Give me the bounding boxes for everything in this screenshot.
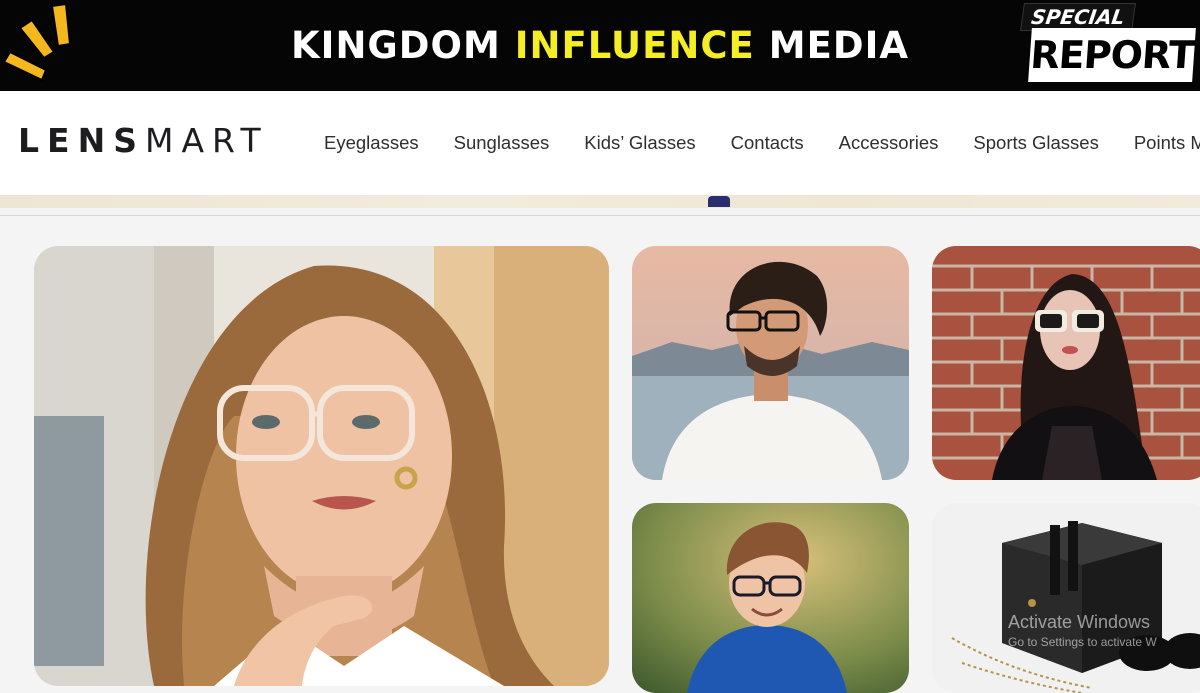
banner-title-part2: MEDIA <box>768 24 909 67</box>
main-nav: Eyeglasses Sunglasses Kids’ Glasses Cont… <box>324 132 1200 154</box>
banner-title: KINGDOM INFLUENCE MEDIA <box>0 0 1200 91</box>
nav-contacts[interactable]: Contacts <box>731 132 804 154</box>
nav-eyeglasses[interactable]: Eyeglasses <box>324 132 419 154</box>
featured-image-woman-eyeglasses[interactable] <box>34 246 609 686</box>
image-boy-kids-glasses[interactable] <box>632 503 909 693</box>
site-header: LENSMART Eyeglasses Sunglasses Kids’ Gla… <box>0 91 1200 195</box>
nav-sunglasses[interactable]: Sunglasses <box>454 132 550 154</box>
image-glasses-case[interactable] <box>932 503 1200 693</box>
report-badge: REPORT <box>1028 28 1196 82</box>
header-divider <box>0 215 1200 216</box>
nav-sports-glasses[interactable]: Sports Glasses <box>973 132 1098 154</box>
watermark-line2: Go to Settings to activate W <box>1008 635 1157 649</box>
logo-light: MART <box>144 121 269 160</box>
banner-title-part1: KINGDOM <box>291 24 501 67</box>
lensmart-logo[interactable]: LENSMART <box>18 121 269 160</box>
promo-strip-mark <box>708 196 730 207</box>
image-man-eyeglasses[interactable] <box>632 246 909 480</box>
watermark-line1: Activate Windows <box>1008 612 1151 632</box>
nav-accessories[interactable]: Accessories <box>839 132 939 154</box>
top-banner: KINGDOM INFLUENCE MEDIA SPECIAL REPORT <box>0 0 1200 91</box>
nav-kids-glasses[interactable]: Kids’ Glasses <box>584 132 695 154</box>
activate-windows-watermark: Activate Windows Go to Settings to activ… <box>1008 612 1157 649</box>
logo-bold: LENS <box>18 121 145 160</box>
image-woman-sunglasses[interactable] <box>932 246 1200 480</box>
nav-points-mall[interactable]: Points Mal <box>1134 132 1200 154</box>
banner-title-accent: INFLUENCE <box>514 24 755 67</box>
special-badge: SPECIAL <box>1020 3 1136 31</box>
promo-strip <box>0 195 1200 208</box>
